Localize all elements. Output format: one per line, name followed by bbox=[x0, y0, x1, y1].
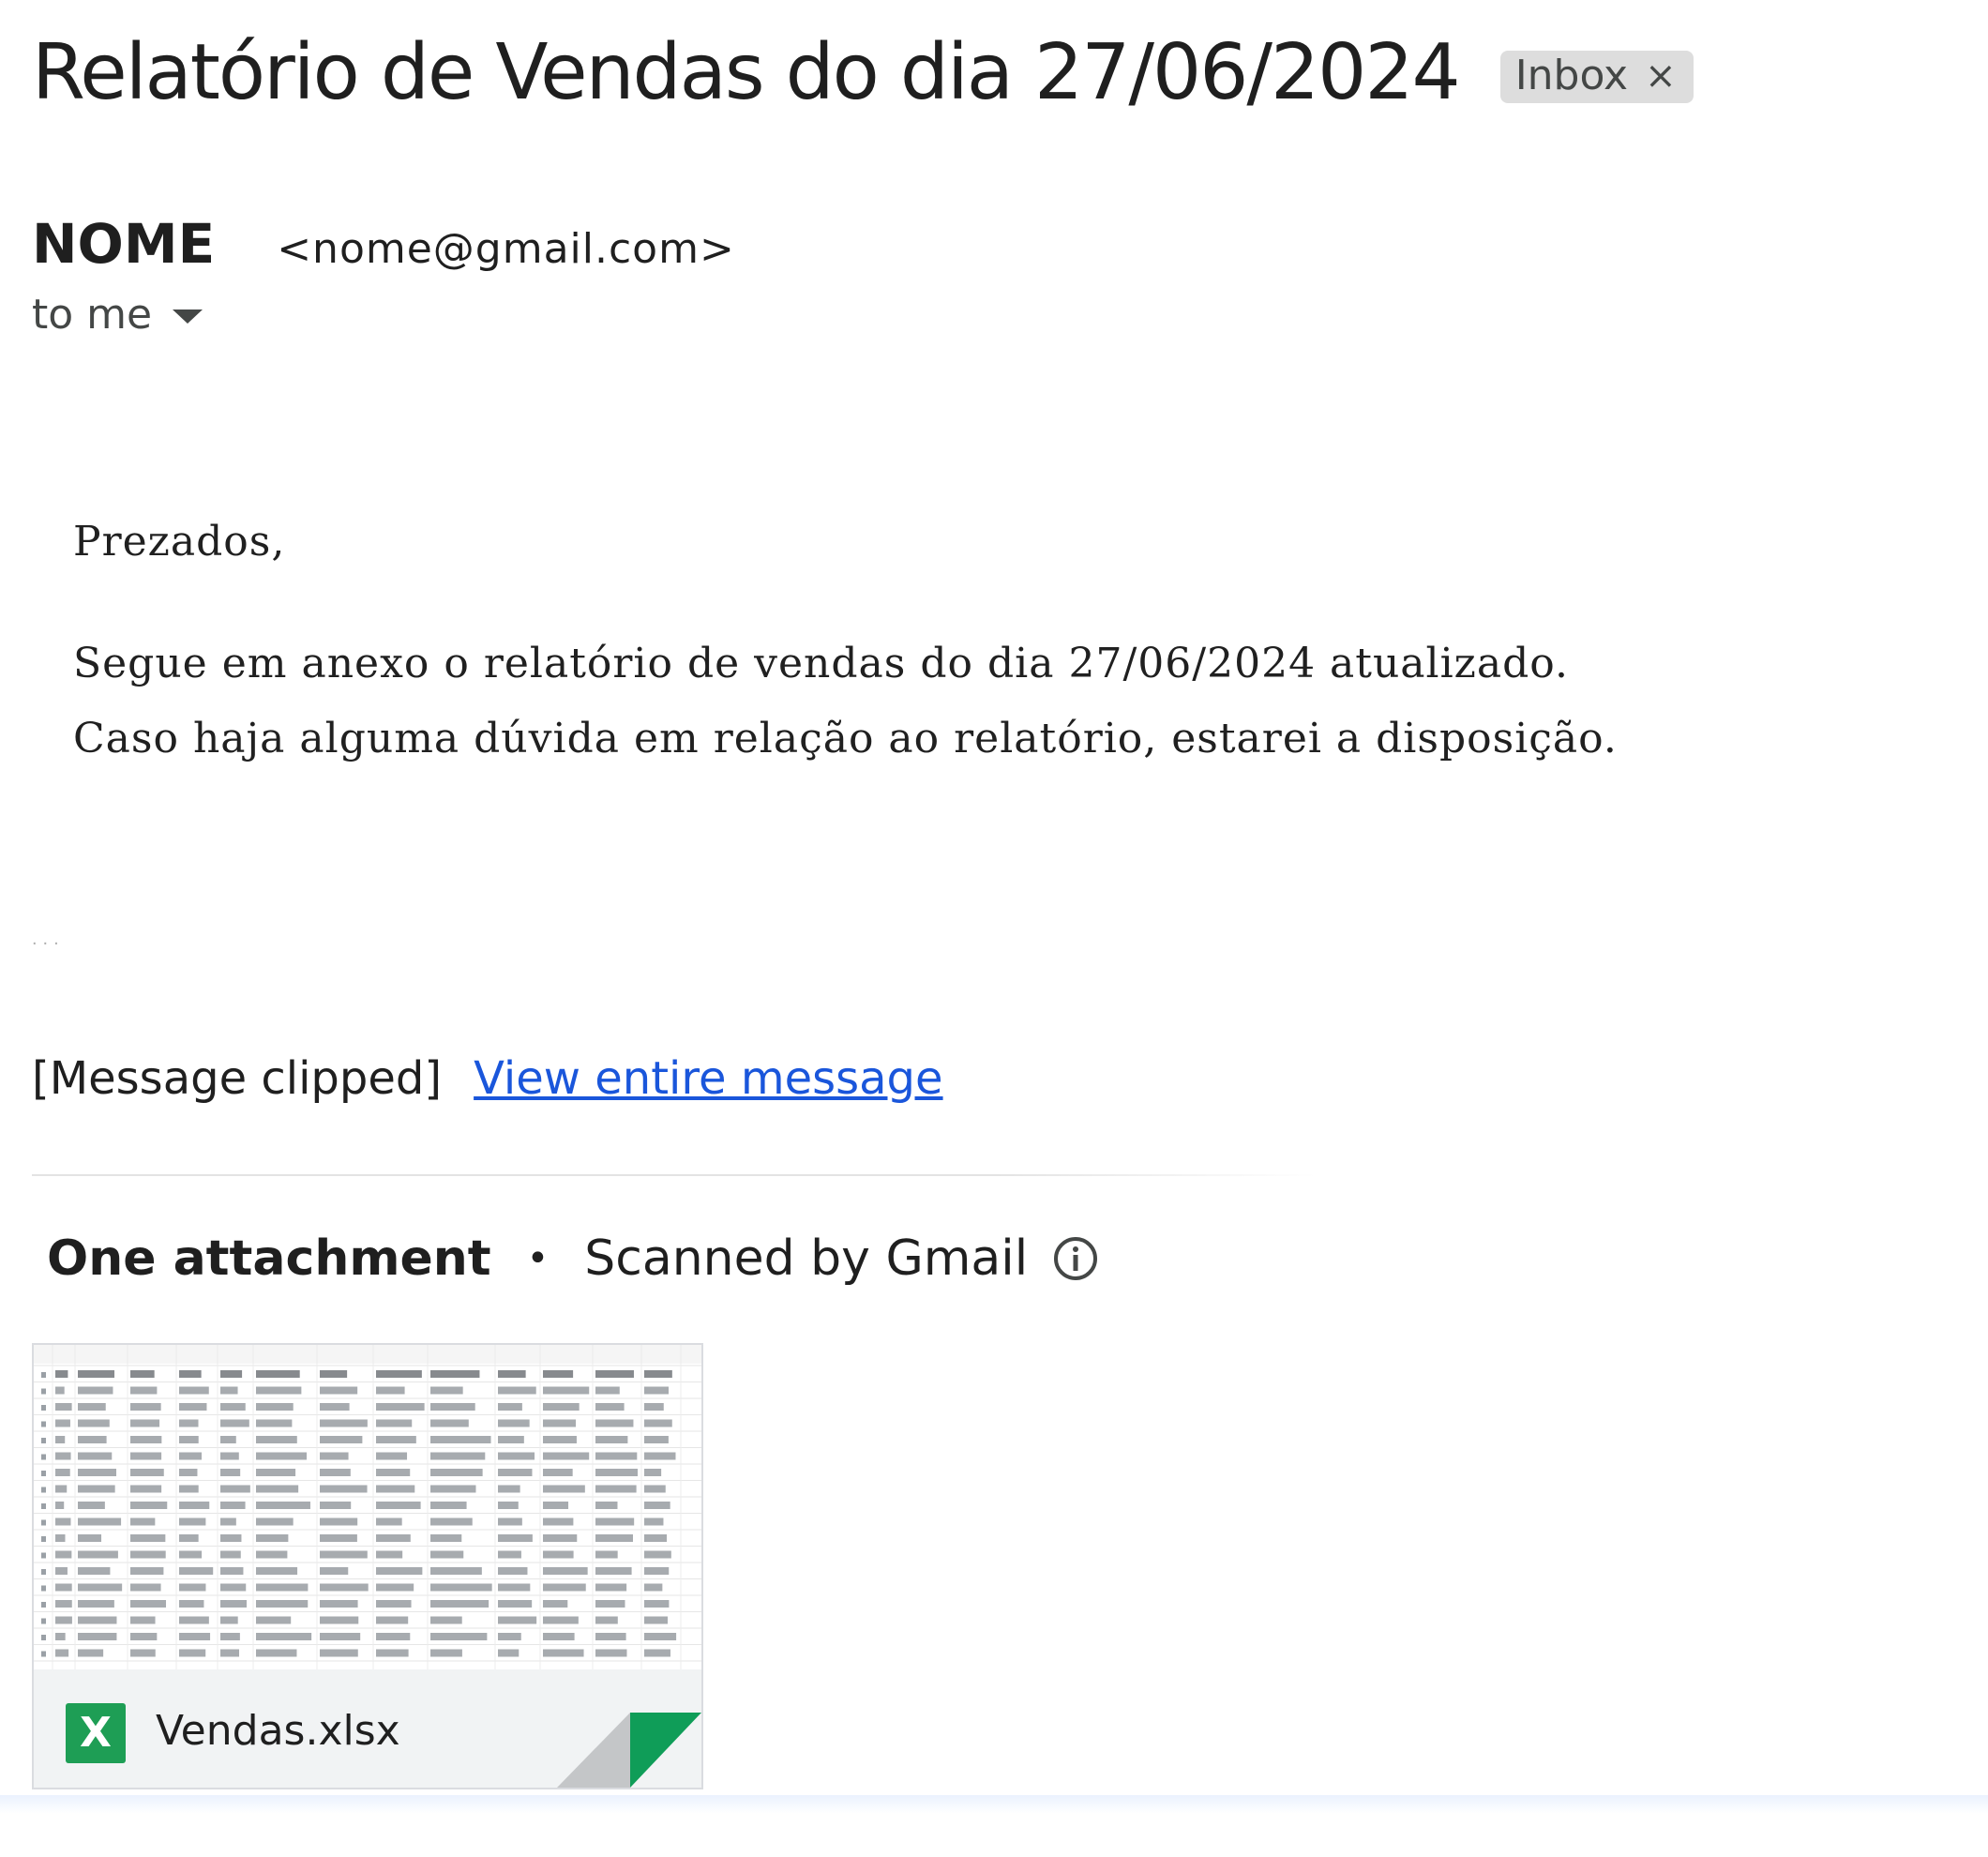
inbox-label: Inbox bbox=[1514, 52, 1629, 99]
divider bbox=[32, 1174, 1317, 1176]
info-icon[interactable] bbox=[1052, 1235, 1099, 1282]
bottom-edge-shadow bbox=[0, 1795, 1988, 1814]
view-entire-message-link[interactable]: View entire message bbox=[474, 1052, 942, 1105]
sender-row: NOME <nome@gmail.com> bbox=[32, 212, 735, 276]
recipient-details-toggle[interactable]: to me bbox=[32, 291, 203, 339]
body-greeting: Prezados, bbox=[73, 518, 286, 566]
recipient-label: to me bbox=[32, 291, 153, 339]
scanned-by-gmail-label: Scanned by Gmail bbox=[584, 1230, 1029, 1287]
close-icon[interactable]: × bbox=[1645, 54, 1677, 98]
body-line-1: Segue em anexo o relatório de vendas do … bbox=[73, 640, 1569, 687]
sender-name[interactable]: NOME bbox=[32, 212, 215, 276]
subject-row: Relatório de Vendas do dia 27/06/2024 In… bbox=[32, 28, 1694, 117]
attachments-header: One attachment • Scanned by Gmail bbox=[47, 1230, 1099, 1287]
separator-dot: • bbox=[526, 1237, 550, 1280]
attachment-file-name: Vendas.xlsx bbox=[156, 1707, 400, 1755]
email-subject: Relatório de Vendas do dia 27/06/2024 bbox=[32, 28, 1461, 117]
attachment-card[interactable]: X Vendas.xlsx bbox=[32, 1343, 703, 1789]
message-clipped-text: [Message clipped] bbox=[32, 1052, 443, 1105]
body-line-2: Caso haja alguma dúvida em relação ao re… bbox=[73, 715, 1618, 762]
page-fold-icon bbox=[557, 1713, 701, 1788]
caret-down-icon[interactable] bbox=[173, 310, 203, 324]
attachment-count: One attachment bbox=[47, 1230, 491, 1287]
message-clipped-row: [Message clipped] View entire message bbox=[32, 1052, 943, 1105]
sender-email: <nome@gmail.com> bbox=[277, 225, 735, 273]
excel-icon: X bbox=[66, 1703, 126, 1763]
spreadsheet-thumbnail bbox=[34, 1345, 701, 1669]
inbox-label-chip[interactable]: Inbox × bbox=[1499, 50, 1694, 103]
trimmed-content-ellipsis[interactable]: ... bbox=[32, 928, 65, 950]
